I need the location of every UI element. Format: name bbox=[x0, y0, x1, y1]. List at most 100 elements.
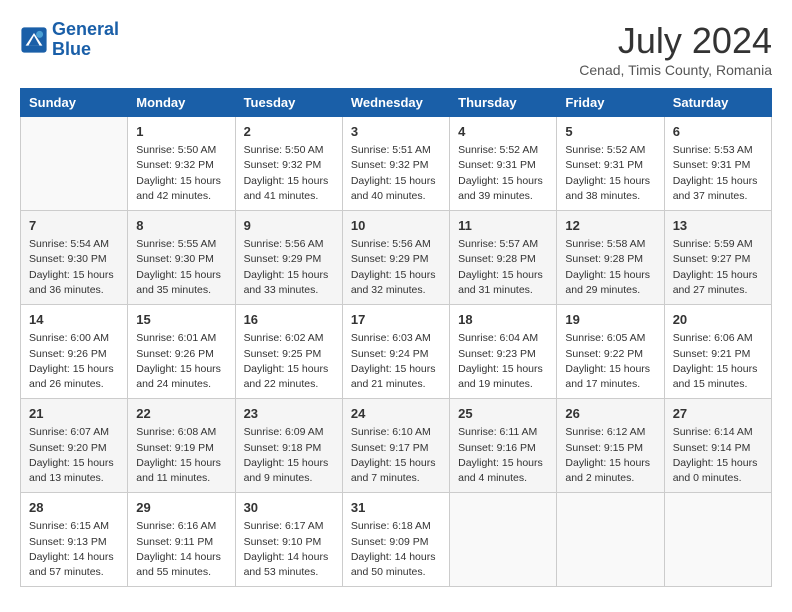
day-info: Sunrise: 5:56 AM Sunset: 9:29 PM Dayligh… bbox=[351, 237, 441, 298]
day-info: Sunrise: 6:05 AM Sunset: 9:22 PM Dayligh… bbox=[565, 331, 655, 392]
day-number: 25 bbox=[458, 405, 548, 423]
day-number: 24 bbox=[351, 405, 441, 423]
day-number: 11 bbox=[458, 217, 548, 235]
day-info: Sunrise: 6:14 AM Sunset: 9:14 PM Dayligh… bbox=[673, 425, 763, 486]
day-info: Sunrise: 5:53 AM Sunset: 9:31 PM Dayligh… bbox=[673, 143, 763, 204]
week-row-4: 21 Sunrise: 6:07 AM Sunset: 9:20 PM Dayli… bbox=[21, 399, 772, 493]
column-header-tuesday: Tuesday bbox=[235, 89, 342, 117]
calendar-cell: 29Sunrise: 6:16 AM Sunset: 9:11 PM Dayli… bbox=[128, 493, 235, 587]
calendar-cell: 2Sunrise: 5:50 AM Sunset: 9:32 PM Daylig… bbox=[235, 117, 342, 211]
day-number: 3 bbox=[351, 123, 441, 141]
title-area: July 2024 Cenad, Timis County, Romania bbox=[579, 20, 772, 78]
day-number: 14 bbox=[29, 311, 119, 329]
day-info: Sunrise: 5:50 AM Sunset: 9:32 PM Dayligh… bbox=[244, 143, 334, 204]
day-info: Sunrise: 5:58 AM Sunset: 9:28 PM Dayligh… bbox=[565, 237, 655, 298]
day-info: Sunrise: 6:04 AM Sunset: 9:23 PM Dayligh… bbox=[458, 331, 548, 392]
calendar-cell: 7 Sunrise: 5:54 AM Sunset: 9:30 PM Daylig… bbox=[21, 211, 128, 305]
calendar-cell: 31 Sunrise: 6:18 AM Sunset: 9:09 PM Dayli… bbox=[342, 493, 449, 587]
calendar-cell: 10 Sunrise: 5:56 AM Sunset: 9:29 PM Dayli… bbox=[342, 211, 449, 305]
calendar-cell: 28 Sunrise: 6:15 AM Sunset: 9:13 PM Dayli… bbox=[21, 493, 128, 587]
day-number: 1 bbox=[136, 123, 226, 141]
day-number: 23 bbox=[244, 405, 334, 423]
day-number: 30 bbox=[244, 499, 334, 517]
day-number: 18 bbox=[458, 311, 548, 329]
day-info: Sunrise: 6:12 AM Sunset: 9:15 PM Dayligh… bbox=[565, 425, 655, 486]
day-number: 10 bbox=[351, 217, 441, 235]
day-number: 21 bbox=[29, 405, 119, 423]
calendar-cell bbox=[450, 493, 557, 587]
day-number: 5 bbox=[565, 123, 655, 141]
day-info: Sunrise: 6:03 AM Sunset: 9:24 PM Dayligh… bbox=[351, 331, 441, 392]
logo-line1: General bbox=[52, 19, 119, 39]
day-number: 20 bbox=[673, 311, 763, 329]
day-number: 26 bbox=[565, 405, 655, 423]
day-info: Sunrise: 5:56 AM Sunset: 9:29 PM Dayligh… bbox=[244, 237, 334, 298]
calendar-cell: 25 Sunrise: 6:11 AM Sunset: 9:16 PM Dayli… bbox=[450, 399, 557, 493]
calendar-table: SundayMondayTuesdayWednesdayThursdayFrid… bbox=[20, 88, 772, 587]
calendar-cell: 15Sunrise: 6:01 AM Sunset: 9:26 PM Dayli… bbox=[128, 305, 235, 399]
calendar-cell: 12Sunrise: 5:58 AM Sunset: 9:28 PM Dayli… bbox=[557, 211, 664, 305]
day-number: 17 bbox=[351, 311, 441, 329]
column-header-wednesday: Wednesday bbox=[342, 89, 449, 117]
calendar-cell: 30Sunrise: 6:17 AM Sunset: 9:10 PM Dayli… bbox=[235, 493, 342, 587]
day-info: Sunrise: 6:06 AM Sunset: 9:21 PM Dayligh… bbox=[673, 331, 763, 392]
calendar-cell bbox=[664, 493, 771, 587]
calendar-cell: 16 Sunrise: 6:02 AM Sunset: 9:25 PM Dayli… bbox=[235, 305, 342, 399]
calendar-cell: 8Sunrise: 5:55 AM Sunset: 9:30 PM Daylig… bbox=[128, 211, 235, 305]
day-info: Sunrise: 6:08 AM Sunset: 9:19 PM Dayligh… bbox=[136, 425, 226, 486]
day-number: 6 bbox=[673, 123, 763, 141]
day-number: 4 bbox=[458, 123, 548, 141]
page-header: General Blue July 2024 Cenad, Timis Coun… bbox=[20, 20, 772, 78]
day-info: Sunrise: 6:15 AM Sunset: 9:13 PM Dayligh… bbox=[29, 519, 119, 580]
logo: General Blue bbox=[20, 20, 119, 60]
day-number: 31 bbox=[351, 499, 441, 517]
column-header-friday: Friday bbox=[557, 89, 664, 117]
day-number: 22 bbox=[136, 405, 226, 423]
day-info: Sunrise: 6:10 AM Sunset: 9:17 PM Dayligh… bbox=[351, 425, 441, 486]
day-info: Sunrise: 5:54 AM Sunset: 9:30 PM Dayligh… bbox=[29, 237, 119, 298]
day-info: Sunrise: 6:11 AM Sunset: 9:16 PM Dayligh… bbox=[458, 425, 548, 486]
calendar-cell: 20 Sunrise: 6:06 AM Sunset: 9:21 PM Dayli… bbox=[664, 305, 771, 399]
calendar-cell: 3 Sunrise: 5:51 AM Sunset: 9:32 PM Daylig… bbox=[342, 117, 449, 211]
calendar-cell: 23 Sunrise: 6:09 AM Sunset: 9:18 PM Dayli… bbox=[235, 399, 342, 493]
column-header-monday: Monday bbox=[128, 89, 235, 117]
day-info: Sunrise: 5:55 AM Sunset: 9:30 PM Dayligh… bbox=[136, 237, 226, 298]
week-row-3: 14 Sunrise: 6:00 AM Sunset: 9:26 PM Dayli… bbox=[21, 305, 772, 399]
day-info: Sunrise: 6:18 AM Sunset: 9:09 PM Dayligh… bbox=[351, 519, 441, 580]
calendar-cell bbox=[557, 493, 664, 587]
day-info: Sunrise: 6:00 AM Sunset: 9:26 PM Dayligh… bbox=[29, 331, 119, 392]
day-info: Sunrise: 6:02 AM Sunset: 9:25 PM Dayligh… bbox=[244, 331, 334, 392]
day-number: 19 bbox=[565, 311, 655, 329]
calendar-cell: 11 Sunrise: 5:57 AM Sunset: 9:28 PM Dayli… bbox=[450, 211, 557, 305]
month-year: July 2024 bbox=[579, 20, 772, 62]
day-number: 16 bbox=[244, 311, 334, 329]
day-info: Sunrise: 6:16 AM Sunset: 9:11 PM Dayligh… bbox=[136, 519, 226, 580]
day-number: 28 bbox=[29, 499, 119, 517]
day-info: Sunrise: 5:52 AM Sunset: 9:31 PM Dayligh… bbox=[458, 143, 548, 204]
calendar-cell: 13 Sunrise: 5:59 AM Sunset: 9:27 PM Dayli… bbox=[664, 211, 771, 305]
calendar-cell: 22 Sunrise: 6:08 AM Sunset: 9:19 PM Dayli… bbox=[128, 399, 235, 493]
calendar-cell bbox=[21, 117, 128, 211]
day-number: 13 bbox=[673, 217, 763, 235]
calendar-header-row: SundayMondayTuesdayWednesdayThursdayFrid… bbox=[21, 89, 772, 117]
day-info: Sunrise: 5:59 AM Sunset: 9:27 PM Dayligh… bbox=[673, 237, 763, 298]
logo-line2: Blue bbox=[52, 39, 91, 59]
calendar-cell: 21 Sunrise: 6:07 AM Sunset: 9:20 PM Dayli… bbox=[21, 399, 128, 493]
calendar-cell: 18 Sunrise: 6:04 AM Sunset: 9:23 PM Dayli… bbox=[450, 305, 557, 399]
location: Cenad, Timis County, Romania bbox=[579, 62, 772, 78]
day-number: 9 bbox=[244, 217, 334, 235]
column-header-saturday: Saturday bbox=[664, 89, 771, 117]
calendar-cell: 26 Sunrise: 6:12 AM Sunset: 9:15 PM Dayli… bbox=[557, 399, 664, 493]
calendar-cell: 5Sunrise: 5:52 AM Sunset: 9:31 PM Daylig… bbox=[557, 117, 664, 211]
calendar-cell: 1Sunrise: 5:50 AM Sunset: 9:32 PM Daylig… bbox=[128, 117, 235, 211]
day-info: Sunrise: 6:07 AM Sunset: 9:20 PM Dayligh… bbox=[29, 425, 119, 486]
day-info: Sunrise: 5:57 AM Sunset: 9:28 PM Dayligh… bbox=[458, 237, 548, 298]
day-number: 27 bbox=[673, 405, 763, 423]
day-info: Sunrise: 6:09 AM Sunset: 9:18 PM Dayligh… bbox=[244, 425, 334, 486]
day-info: Sunrise: 5:51 AM Sunset: 9:32 PM Dayligh… bbox=[351, 143, 441, 204]
column-header-sunday: Sunday bbox=[21, 89, 128, 117]
calendar-cell: 17 Sunrise: 6:03 AM Sunset: 9:24 PM Dayli… bbox=[342, 305, 449, 399]
column-header-thursday: Thursday bbox=[450, 89, 557, 117]
week-row-2: 7 Sunrise: 5:54 AM Sunset: 9:30 PM Daylig… bbox=[21, 211, 772, 305]
day-number: 7 bbox=[29, 217, 119, 235]
